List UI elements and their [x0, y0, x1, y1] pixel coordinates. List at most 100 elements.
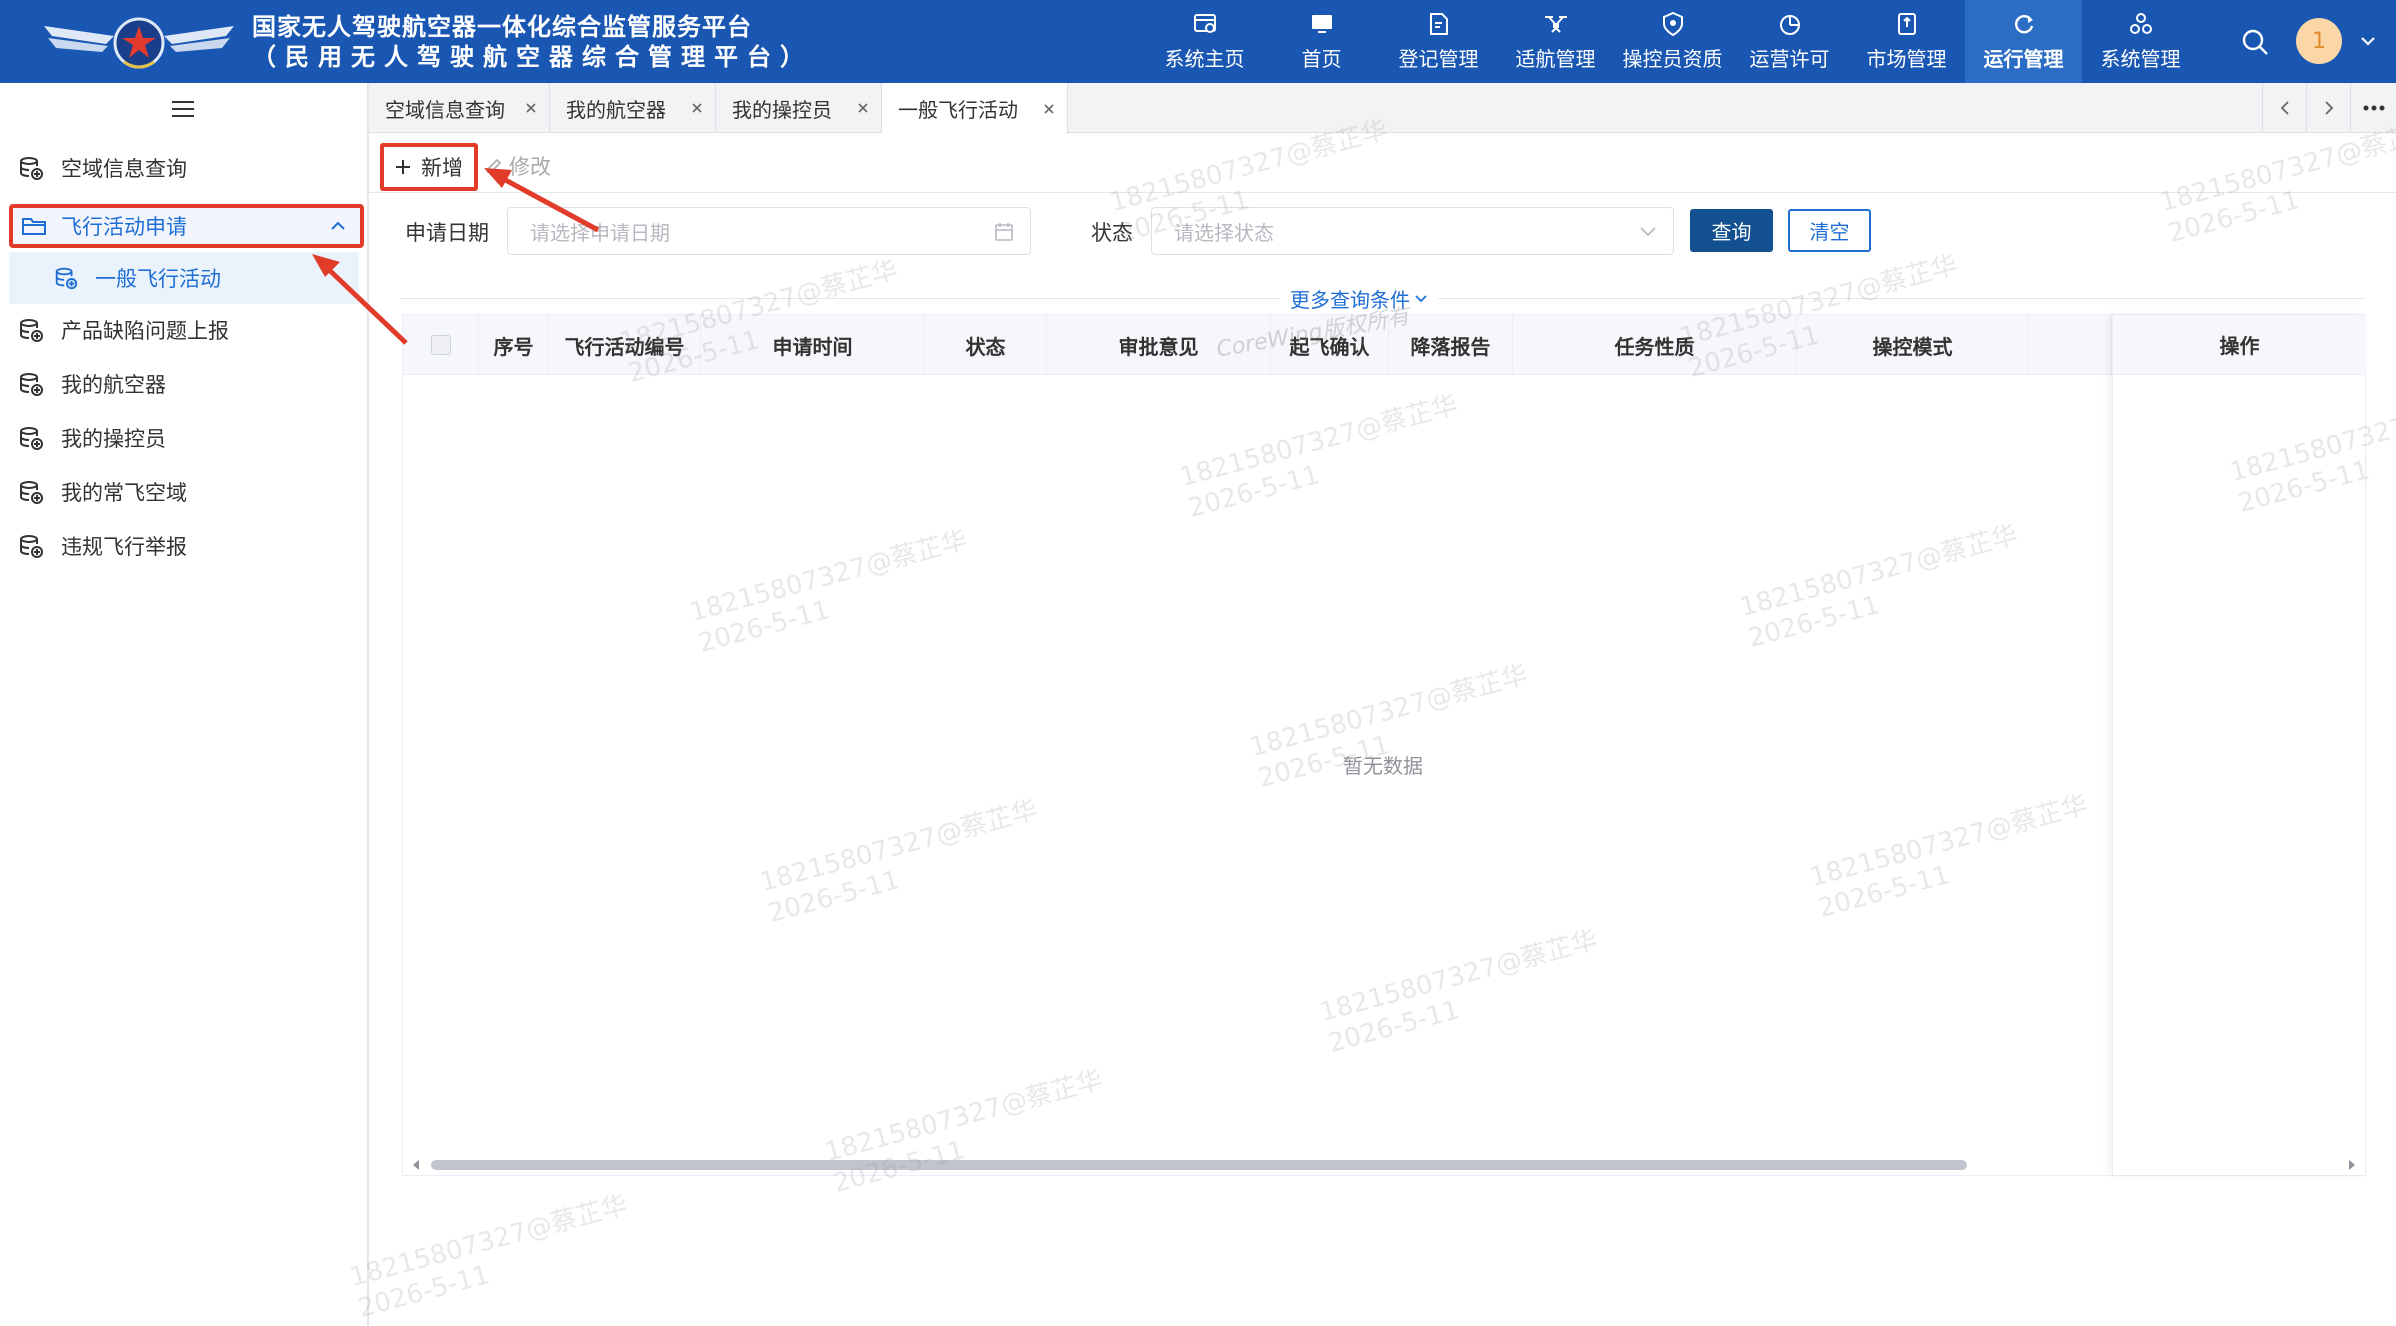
column-header: 序号	[479, 315, 549, 375]
sidebar-item-label: 我的常飞空域	[61, 481, 187, 505]
search-icon[interactable]	[2241, 28, 2269, 56]
edit-button[interactable]: 修改	[485, 151, 551, 181]
sidebar-item-label: 违规飞行举报	[61, 535, 187, 559]
refresh-icon	[2014, 15, 2033, 34]
tab-airspace-query[interactable]: 空域信息查询	[369, 83, 550, 133]
action-column: 操作	[2112, 315, 2366, 1175]
tab-scroll-left[interactable]	[2262, 83, 2306, 133]
sidebar: 空域信息查询 飞行活动申请 一般飞行活动 产品缺陷问题上报 我的航空器 我的操控…	[0, 83, 369, 1326]
tab-label: 一般飞行活动	[898, 98, 1018, 122]
column-header: 审批意见	[1047, 315, 1271, 375]
sidebar-item-general-flight-activity[interactable]: 一般飞行活动	[9, 252, 359, 304]
column-header: 降落报告	[1389, 315, 1513, 375]
database-icon	[20, 373, 43, 396]
close-icon[interactable]	[691, 102, 703, 114]
nav-registration[interactable]: 登记管理	[1380, 0, 1497, 83]
add-button[interactable]: 新增	[380, 143, 478, 191]
nav-label: 系统主页	[1164, 47, 1245, 71]
status-label: 状态	[1091, 221, 1133, 245]
chevron-down-icon	[1640, 227, 1656, 237]
status-placeholder: 请选择状态	[1174, 220, 1274, 245]
close-icon[interactable]	[1043, 103, 1055, 115]
nav-operation-license[interactable]: 运营许可	[1731, 0, 1848, 83]
nav-label: 运营许可	[1749, 47, 1830, 71]
settings-cluster-icon	[2129, 13, 2152, 34]
data-table: 序号 飞行活动编号 申请时间 状态 审批意见 起飞确认 降落报告 任务性质 操控…	[402, 314, 2366, 1176]
toolbar: 新增 修改	[369, 133, 2396, 193]
watermark: 18215807327@蔡芷华 2026-5-11	[347, 1189, 640, 1325]
tab-scroll-right[interactable]	[2306, 83, 2350, 133]
column-header: 起飞确认	[1271, 315, 1389, 375]
tab-label: 我的航空器	[566, 97, 666, 122]
nav-home[interactable]: 首页	[1263, 0, 1380, 83]
edit-icon	[486, 158, 502, 174]
scroll-right-icon[interactable]	[2347, 1159, 2357, 1171]
chevron-up-icon	[331, 221, 345, 230]
column-header: 操控模式	[1797, 315, 2029, 375]
nav-market[interactable]: 市场管理	[1848, 0, 1965, 83]
column-header: 申请时间	[701, 315, 925, 375]
close-icon[interactable]	[857, 102, 869, 114]
sidebar-item-my-operators[interactable]: 我的操控员	[0, 412, 367, 464]
clear-button[interactable]: 清空	[1788, 209, 1871, 252]
table-header: 序号 飞行活动编号 申请时间 状态 审批意见 起飞确认 降落报告 任务性质 操控…	[403, 315, 2365, 375]
query-button[interactable]: 查询	[1690, 209, 1773, 252]
date-picker-input[interactable]: 请选择申请日期	[507, 207, 1031, 255]
pie-chart-icon	[1779, 15, 1800, 35]
chevron-right-icon	[2324, 101, 2333, 115]
more-conditions-link[interactable]: 更多查询条件	[1280, 284, 1438, 313]
nav-label: 登记管理	[1398, 47, 1479, 71]
sidebar-item-airspace-query[interactable]: 空域信息查询	[0, 142, 367, 194]
sidebar-item-product-defect-report[interactable]: 产品缺陷问题上报	[0, 304, 367, 356]
column-header-partial	[2029, 315, 2112, 375]
horizontal-scrollbar[interactable]	[403, 1153, 2365, 1175]
close-icon[interactable]	[525, 102, 537, 114]
select-all-cell	[403, 315, 479, 375]
top-header: 国家无人驾驶航空器一体化综合监管服务平台 （民用无人驾驶航空器综合管理平台） 系…	[0, 0, 2396, 83]
nav-system-management[interactable]: 系统管理	[2082, 0, 2199, 83]
tab-label: 我的操控员	[732, 97, 832, 122]
chevron-down-icon	[1415, 294, 1427, 302]
chevron-down-icon[interactable]	[2360, 34, 2376, 48]
nav-operation-management[interactable]: 运行管理	[1965, 0, 2082, 83]
watermark-line: 2026-5-11	[355, 1260, 493, 1324]
sidebar-item-frequent-airspace[interactable]: 我的常飞空域	[0, 466, 367, 518]
nav-system-home[interactable]: 系统主页	[1146, 0, 1263, 83]
chevron-left-icon	[2280, 101, 2289, 115]
date-label: 申请日期	[405, 221, 489, 245]
monitor-icon	[1311, 15, 1332, 33]
sidebar-group-flight-activity-application[interactable]: 飞行活动申请	[9, 204, 364, 248]
database-icon	[20, 427, 43, 450]
nav-airworthiness[interactable]: 适航管理	[1497, 0, 1614, 83]
tab-my-aircraft[interactable]: 我的航空器	[550, 83, 716, 133]
calendar-icon	[995, 223, 1013, 241]
database-icon	[20, 481, 43, 504]
top-nav: 系统主页 首页 登记管理 适航管理 操控员资质 运营许可 市场管理 运行管理 系…	[1146, 0, 2199, 83]
user-avatar[interactable]: 1	[2296, 18, 2342, 64]
tab-more-menu[interactable]	[2350, 83, 2396, 133]
database-icon	[20, 319, 43, 342]
sidebar-item-my-aircraft[interactable]: 我的航空器	[0, 358, 367, 410]
tab-label: 空域信息查询	[385, 97, 505, 122]
sidebar-item-violation-report[interactable]: 违规飞行举报	[0, 520, 367, 572]
scroll-thumb[interactable]	[431, 1160, 1967, 1170]
tab-general-flight-activity[interactable]: 一般飞行活动	[882, 83, 1068, 134]
select-all-checkbox[interactable]	[430, 335, 451, 355]
status-select[interactable]: 请选择状态	[1151, 207, 1674, 255]
tab-my-operators[interactable]: 我的操控员	[716, 83, 882, 133]
nav-label: 操控员资质	[1622, 47, 1723, 71]
scroll-left-icon[interactable]	[411, 1159, 421, 1171]
nav-label: 系统管理	[2100, 47, 2181, 71]
badge-icon	[1897, 13, 1916, 35]
menu-icon[interactable]	[172, 100, 194, 118]
more-dots-icon	[2363, 105, 2384, 111]
drone-icon	[1544, 16, 1567, 33]
add-button-label: 新增	[421, 156, 463, 180]
nav-operator-qualification[interactable]: 操控员资质	[1614, 0, 1731, 83]
database-icon	[20, 157, 43, 180]
nav-label: 适航管理	[1515, 47, 1596, 71]
plus-icon	[396, 160, 410, 174]
sidebar-item-label: 我的航空器	[61, 373, 166, 397]
sidebar-item-label: 产品缺陷问题上报	[61, 319, 229, 343]
tab-bar: 空域信息查询 我的航空器 我的操控员 一般飞行活动	[369, 83, 2396, 134]
